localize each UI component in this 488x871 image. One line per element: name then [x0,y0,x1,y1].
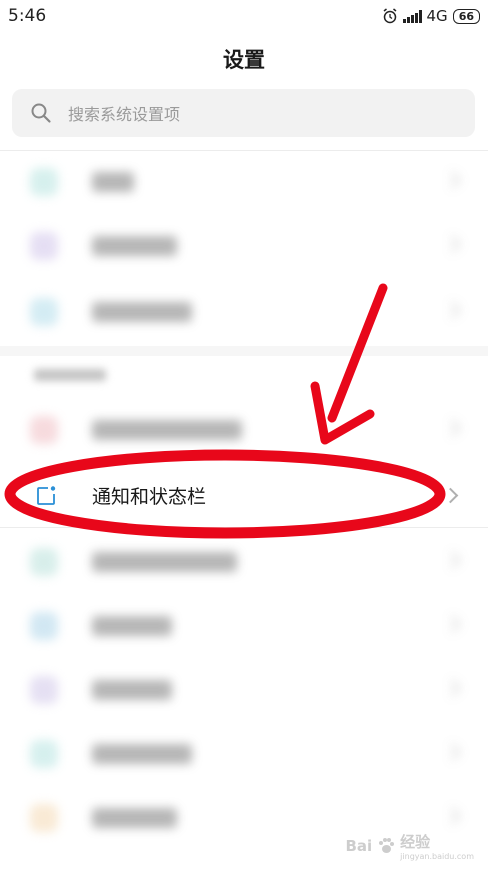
status-bar: 5:46 4G 66 [0,0,488,32]
network-type: 4G [426,7,448,25]
page-title: 设置 [223,48,265,72]
settings-row-blurred-8[interactable] [0,722,488,786]
status-icons: 4G 66 [382,7,480,25]
signal-icon [402,9,422,23]
settings-row-blurred-3[interactable] [0,280,488,344]
section-label-blurred [34,369,106,381]
status-time: 5:46 [8,6,47,26]
settings-row-blurred-2[interactable] [0,214,488,278]
notification-status-bar-icon [37,486,56,505]
chevron-right-icon [442,487,459,504]
baidu-paw-icon [379,838,395,853]
settings-row-blurred-1[interactable] [0,150,488,214]
settings-item-label: 通知和状态栏 [92,486,207,508]
settings-row-blurred-5[interactable] [0,530,488,594]
watermark-url: jingyan.baidu.com [400,852,474,861]
settings-row-blurred-6[interactable] [0,594,488,658]
alarm-icon [383,8,396,24]
search-input[interactable]: 搜索系统设置项 [12,89,475,137]
search-placeholder: 搜索系统设置项 [68,105,181,124]
battery-indicator: 66 [452,8,480,24]
section-gap [0,346,488,356]
settings-item-notification-status-bar[interactable]: 通知和状态栏 [0,462,488,528]
watermark-suffix: 经验 [400,833,431,851]
settings-row-blurred-4[interactable] [0,398,488,462]
watermark-brand: Bai [345,837,373,855]
search-icon [31,103,51,123]
divider [0,527,488,528]
settings-row-blurred-7[interactable] [0,658,488,722]
baidu-watermark: Bai 经验 jingyan.baidu.com [345,831,474,861]
